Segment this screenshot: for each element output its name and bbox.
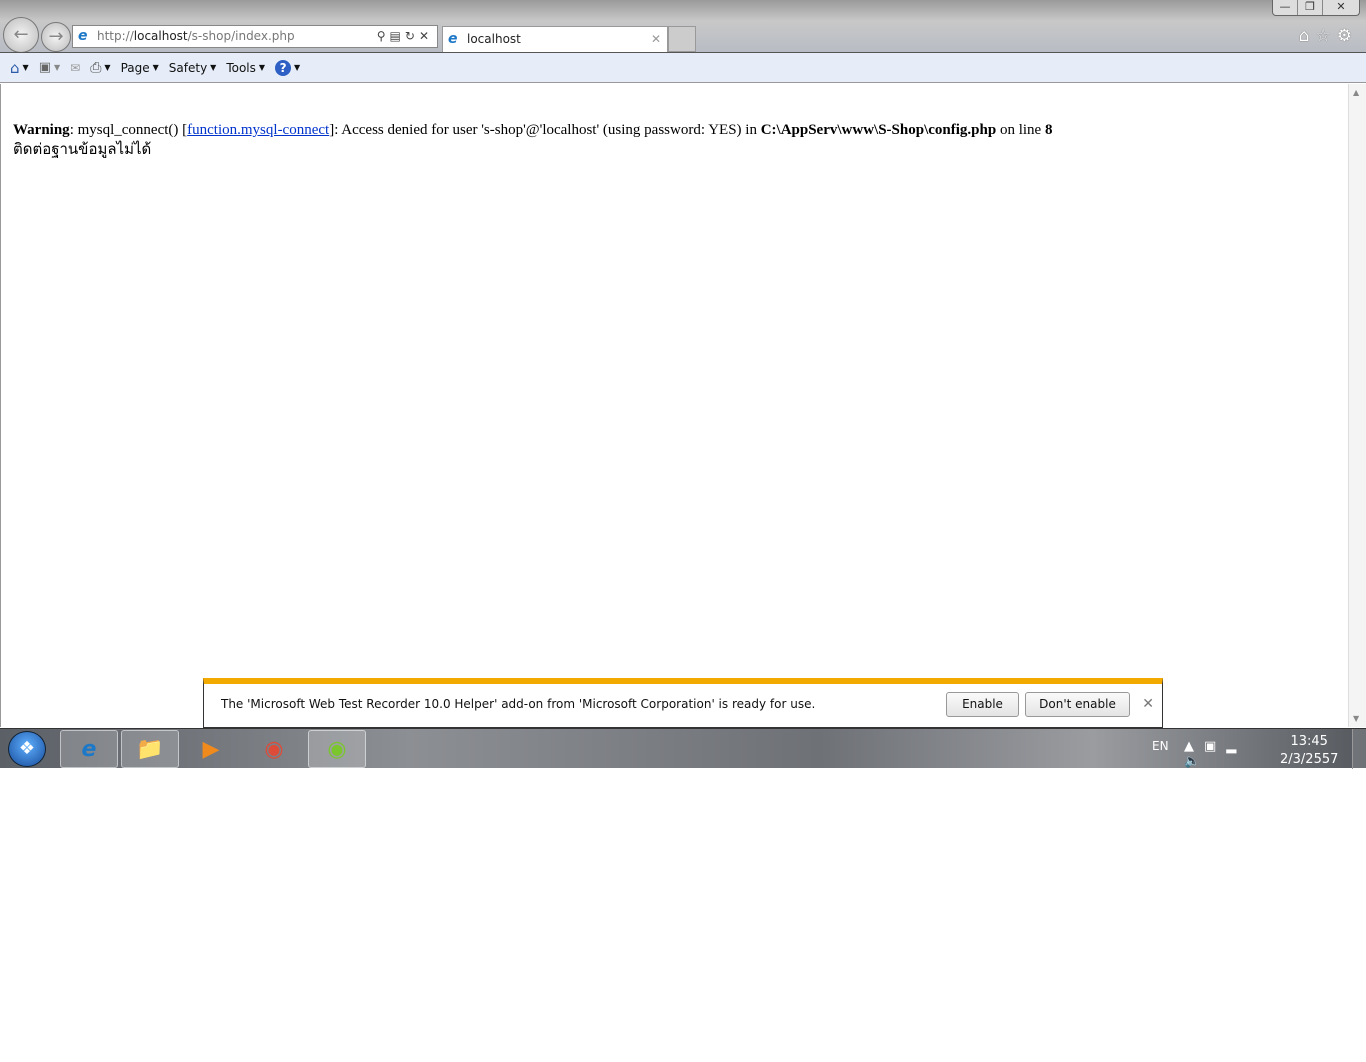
close-tab-icon[interactable]: ✕ — [651, 27, 661, 51]
php-warning: Warning: mysql_connect() [function.mysql… — [13, 120, 1052, 160]
feeds-button[interactable]: ▣ ▼ — [39, 60, 60, 75]
printer-icon: ⎙ — [90, 59, 102, 76]
help-menu[interactable]: ? ▼ — [275, 59, 300, 76]
compat-view-icon[interactable]: ▤ — [390, 29, 405, 43]
scroll-down-icon[interactable]: ▼ — [1353, 714, 1359, 723]
new-tab-button[interactable] — [668, 26, 696, 52]
address-path: /s-shop/index.php — [187, 29, 295, 43]
back-button[interactable]: ← — [3, 17, 39, 53]
warning-text: : mysql_connect() [ — [69, 122, 188, 138]
taskbar-media-player-icon[interactable]: ▶ — [182, 730, 240, 768]
file-path: C:\AppServ\www\S-Shop\config.php — [760, 122, 997, 138]
stop-icon[interactable]: ✕ — [419, 29, 433, 43]
mail-icon: ✉ — [70, 60, 81, 75]
help-icon: ? — [275, 59, 292, 76]
show-desktop-button[interactable] — [1352, 729, 1366, 769]
addon-notification-bar: The 'Microsoft Web Test Recorder 10.0 He… — [203, 678, 1163, 728]
address-prefix: http:// — [97, 29, 134, 43]
enable-button[interactable]: Enable — [946, 692, 1019, 717]
scroll-up-icon[interactable]: ▲ — [1353, 88, 1359, 97]
forward-button[interactable]: → — [41, 22, 71, 52]
page-menu-label: Page — [120, 60, 150, 75]
close-window-button[interactable]: ✕ — [1323, 0, 1359, 15]
address-host: localhost — [133, 29, 188, 43]
taskbar-ie-icon[interactable]: e — [60, 730, 118, 768]
vertical-scrollbar[interactable]: ▲ ▼ — [1348, 84, 1366, 727]
command-bar: ⌂ ▼ ▣ ▼ ✉ ⎙ ▼ Page ▼ Safety ▼ Tools ▼ ? ▼ — [0, 52, 1366, 83]
taskbar: ❖ e 📁 ▶ ◉ ◉ EN ▲▣▂ 🔈 13:45 2/3/2557 — [0, 728, 1366, 769]
search-icon[interactable]: ⚲ — [377, 29, 390, 43]
taskbar-chrome-icon[interactable]: ◉ — [245, 730, 303, 768]
page-content: Warning: mysql_connect() [function.mysql… — [0, 84, 1348, 727]
minimize-button[interactable]: — — [1273, 0, 1298, 15]
taskbar-explorer-icon[interactable]: 📁 — [121, 730, 179, 768]
notification-text: The 'Microsoft Web Test Recorder 10.0 He… — [221, 697, 816, 711]
warning-text-2: ]: Access denied for user 's-shop'@'loca… — [329, 122, 761, 138]
tools-menu-label: Tools — [226, 60, 256, 75]
dont-enable-button[interactable]: Don't enable — [1025, 692, 1130, 717]
show-hidden-icons-icon[interactable]: ▲ — [1184, 739, 1204, 754]
home-button[interactable]: ⌂ ▼ — [10, 59, 29, 77]
clock[interactable]: 13:45 2/3/2557 — [1280, 733, 1338, 769]
ie-page-icon: e — [78, 28, 88, 44]
close-notification-icon[interactable]: ✕ — [1142, 696, 1154, 712]
page-menu[interactable]: Page ▼ — [121, 61, 159, 75]
warning-label: Warning — [13, 122, 70, 138]
mail-button[interactable]: ✉ — [70, 61, 80, 75]
tools-menu[interactable]: Tools ▼ — [226, 61, 265, 75]
safety-menu-label: Safety — [168, 60, 208, 75]
window-controls: — ❐ ✕ — [1272, 0, 1360, 16]
rss-icon: ▣ — [38, 60, 51, 75]
taskbar-dreamweaver-icon[interactable]: ◉ — [308, 730, 366, 768]
tab-title: localhost — [467, 32, 521, 46]
thai-error-message: ติดต่อฐานข้อมูลไม่ได้ — [13, 142, 152, 158]
clock-time: 13:45 — [1290, 734, 1328, 749]
browser-frame: ← → e http://localhost/s-shop/index.php … — [0, 0, 1366, 53]
ie-tab-icon: e — [448, 31, 458, 47]
network-signal-icon[interactable]: ▂ — [1226, 739, 1246, 754]
function-link[interactable]: function.mysql-connect — [187, 122, 329, 138]
safety-menu[interactable]: Safety ▼ — [169, 61, 217, 75]
line-number: 8 — [1044, 122, 1053, 138]
favorites-star-icon[interactable]: ☆ — [1316, 26, 1337, 46]
home-icon: ⌂ — [10, 58, 20, 77]
gear-icon[interactable]: ⚙ — [1337, 26, 1358, 46]
start-button[interactable]: ❖ — [8, 731, 46, 767]
volume-icon[interactable]: 🔈 — [1184, 754, 1210, 769]
refresh-icon[interactable]: ↻ — [405, 29, 419, 43]
on-line-text: on line — [996, 122, 1045, 138]
language-indicator[interactable]: EN — [1152, 739, 1169, 753]
power-icon[interactable]: ▣ — [1204, 739, 1226, 754]
restore-button[interactable]: ❐ — [1298, 0, 1323, 15]
address-bar[interactable]: e http://localhost/s-shop/index.php ⚲▤↻✕ — [72, 25, 438, 48]
clock-date: 2/3/2557 — [1280, 752, 1339, 767]
home-icon[interactable]: ⌂ — [1299, 26, 1316, 46]
tab-localhost[interactable]: e localhost ✕ — [442, 26, 668, 52]
print-button[interactable]: ⎙ ▼ — [90, 60, 110, 76]
